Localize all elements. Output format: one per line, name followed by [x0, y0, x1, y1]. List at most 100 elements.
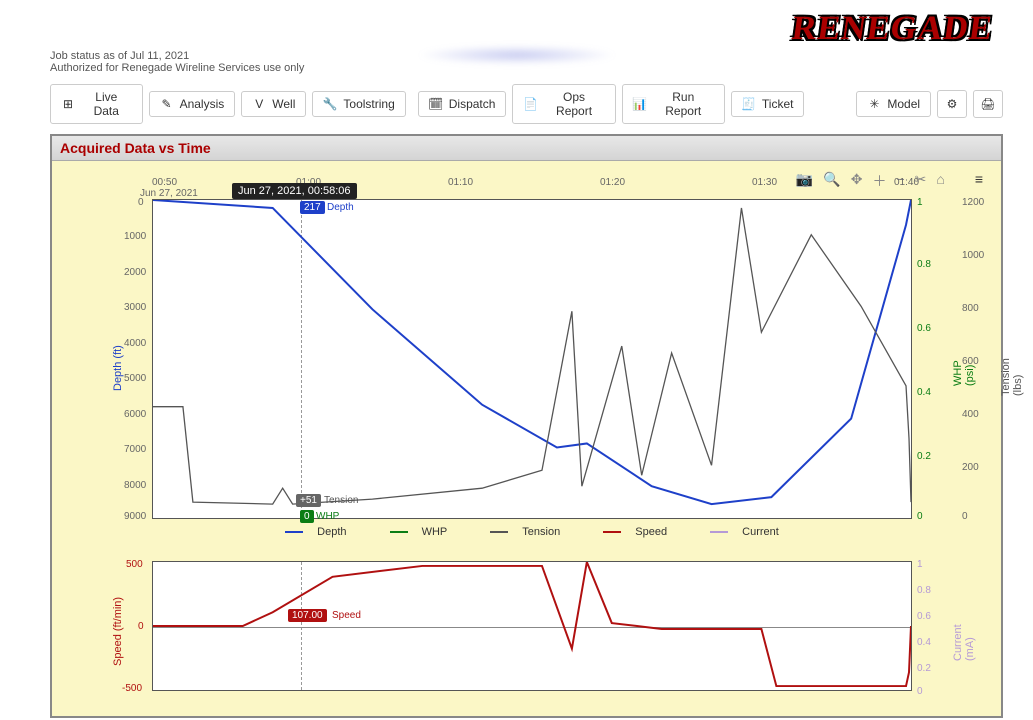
menu-icon[interactable]: ≡	[975, 171, 983, 191]
axis-current: Current (mA)	[952, 612, 976, 661]
ytick: -500	[122, 683, 142, 694]
ytick: 2000	[124, 267, 146, 278]
ytick: 9000	[124, 511, 146, 522]
ytick: 5000	[124, 373, 146, 384]
x-tick: 01:30	[752, 177, 777, 188]
ytick: 0.8	[917, 259, 931, 270]
well-icon: V	[252, 97, 266, 111]
plot-sub-svg	[153, 562, 911, 690]
marker-whp: 0	[300, 510, 314, 523]
plot-main-svg	[153, 200, 911, 518]
ytick: 0.8	[917, 585, 931, 596]
well-button[interactable]: V Well	[241, 91, 306, 117]
btn-label: Run Report	[653, 90, 714, 118]
ytick: 0.6	[917, 323, 931, 334]
hover-tooltip: Jun 27, 2021, 00:58:06	[232, 183, 357, 199]
axis-speed: Speed (ft/min)	[112, 597, 124, 666]
btn-label: Dispatch	[449, 97, 496, 111]
ytick: 1000	[962, 250, 984, 261]
document-icon: 📄	[523, 97, 537, 111]
ytick: 0.4	[917, 637, 931, 648]
x-tick: 00:50	[152, 177, 177, 188]
ytick: 3000	[124, 302, 146, 313]
ytick: 8000	[124, 480, 146, 491]
ytick: 1200	[962, 197, 984, 208]
ticket-icon: 🧾	[742, 97, 756, 111]
calendar-icon: 🗓	[429, 97, 443, 111]
brand-logo: RENEGADE	[790, 10, 996, 48]
ytick: 4000	[124, 338, 146, 349]
axis-whp: WHP (psi)	[952, 337, 976, 386]
plot-toolbar: 📷 🔍 ✥ ＋ − ✂ ⌂ ≡	[796, 171, 983, 191]
btn-label: Live Data	[81, 90, 132, 118]
zoom-icon[interactable]: 🔍	[823, 171, 840, 191]
ytick: 0.4	[917, 387, 931, 398]
ytick: 0	[917, 511, 923, 522]
wrench-icon: 🔧	[323, 97, 337, 111]
ytick: 0.2	[917, 663, 931, 674]
plot-main[interactable]	[152, 199, 912, 519]
camera-icon[interactable]: 📷	[796, 171, 813, 191]
ytick: 1000	[124, 231, 146, 242]
btn-label: Ops Report	[543, 90, 604, 118]
ytick: 400	[962, 409, 979, 420]
ytick: 0.2	[917, 451, 931, 462]
ytick: 0	[138, 621, 144, 632]
btn-label: Model	[887, 97, 920, 111]
axis-tension: Tension (lbs)	[1000, 358, 1024, 396]
print-button[interactable]: 🖨	[973, 90, 1003, 118]
marker-speed-name: Speed	[332, 610, 361, 621]
ops-report-button[interactable]: 📄 Ops Report	[512, 84, 615, 124]
grid-icon: ⊞	[61, 97, 75, 111]
marker-whp-name: WHP	[316, 511, 339, 522]
ytick: 0	[917, 686, 923, 697]
analysis-button[interactable]: ✎ Analysis	[149, 91, 236, 117]
wand-icon: ✎	[160, 97, 174, 111]
ytick: 0.6	[917, 611, 931, 622]
ytick: 0	[962, 511, 968, 522]
plot-sub[interactable]	[152, 561, 912, 691]
chart-frame: Acquired Data vs Time 📷 🔍 ✥ ＋ − ✂ ⌂ ≡ 00…	[50, 134, 1003, 718]
gear-icon: ⚙	[947, 97, 958, 111]
btn-label: Toolstring	[343, 97, 394, 111]
settings-button[interactable]: ⚙	[937, 90, 967, 118]
printer-icon: 🖨	[980, 97, 995, 111]
ytick: 200	[962, 462, 979, 473]
marker-depth-name: Depth	[327, 202, 354, 213]
pan-icon[interactable]: ✥	[851, 171, 863, 191]
btn-label: Analysis	[180, 97, 225, 111]
run-report-button[interactable]: 📊 Run Report	[622, 84, 725, 124]
x-tick: 01:40	[894, 177, 919, 188]
ticket-button[interactable]: 🧾 Ticket	[731, 91, 805, 117]
sparkle-icon: ✳	[867, 97, 881, 111]
ytick: 6000	[124, 409, 146, 420]
ytick: 500	[126, 559, 143, 570]
ytick: 0	[138, 197, 144, 208]
home-icon[interactable]: ⌂	[936, 171, 944, 191]
btn-label: Ticket	[762, 97, 794, 111]
chart-icon: 📊	[633, 97, 647, 111]
toolstring-button[interactable]: 🔧 Toolstring	[312, 91, 405, 117]
x-tick: 01:20	[600, 177, 625, 188]
btn-label: Well	[272, 97, 295, 111]
x-date: Jun 27, 2021	[140, 188, 198, 199]
ytick: 1	[917, 197, 923, 208]
main-toolbar: ⊞ Live Data ✎ Analysis V Well 🔧 Toolstri…	[50, 84, 1003, 124]
dispatch-button[interactable]: 🗓 Dispatch	[418, 91, 507, 117]
marker-speed: 107.00	[288, 609, 327, 622]
chart-canvas[interactable]: 📷 🔍 ✥ ＋ − ✂ ⌂ ≡ 00:50 Jun 27, 2021 01:00…	[52, 161, 1001, 716]
ytick: 1	[917, 559, 923, 570]
marker-depth: 217	[300, 201, 325, 214]
model-button[interactable]: ✳ Model	[856, 91, 931, 117]
marker-tension: +51	[296, 494, 321, 507]
marker-tension-name: Tension	[324, 495, 358, 506]
watermark-blur	[417, 45, 617, 65]
ytick: 800	[962, 303, 979, 314]
axis-depth: Depth (ft)	[112, 345, 124, 391]
zoom-in-icon[interactable]: ＋	[872, 171, 886, 191]
ytick: 7000	[124, 444, 146, 455]
live-data-button[interactable]: ⊞ Live Data	[50, 84, 143, 124]
x-tick: 01:10	[448, 177, 473, 188]
chart-legend: Depth WHP Tension Speed Current	[152, 526, 912, 538]
chart-title: Acquired Data vs Time	[52, 136, 1001, 161]
